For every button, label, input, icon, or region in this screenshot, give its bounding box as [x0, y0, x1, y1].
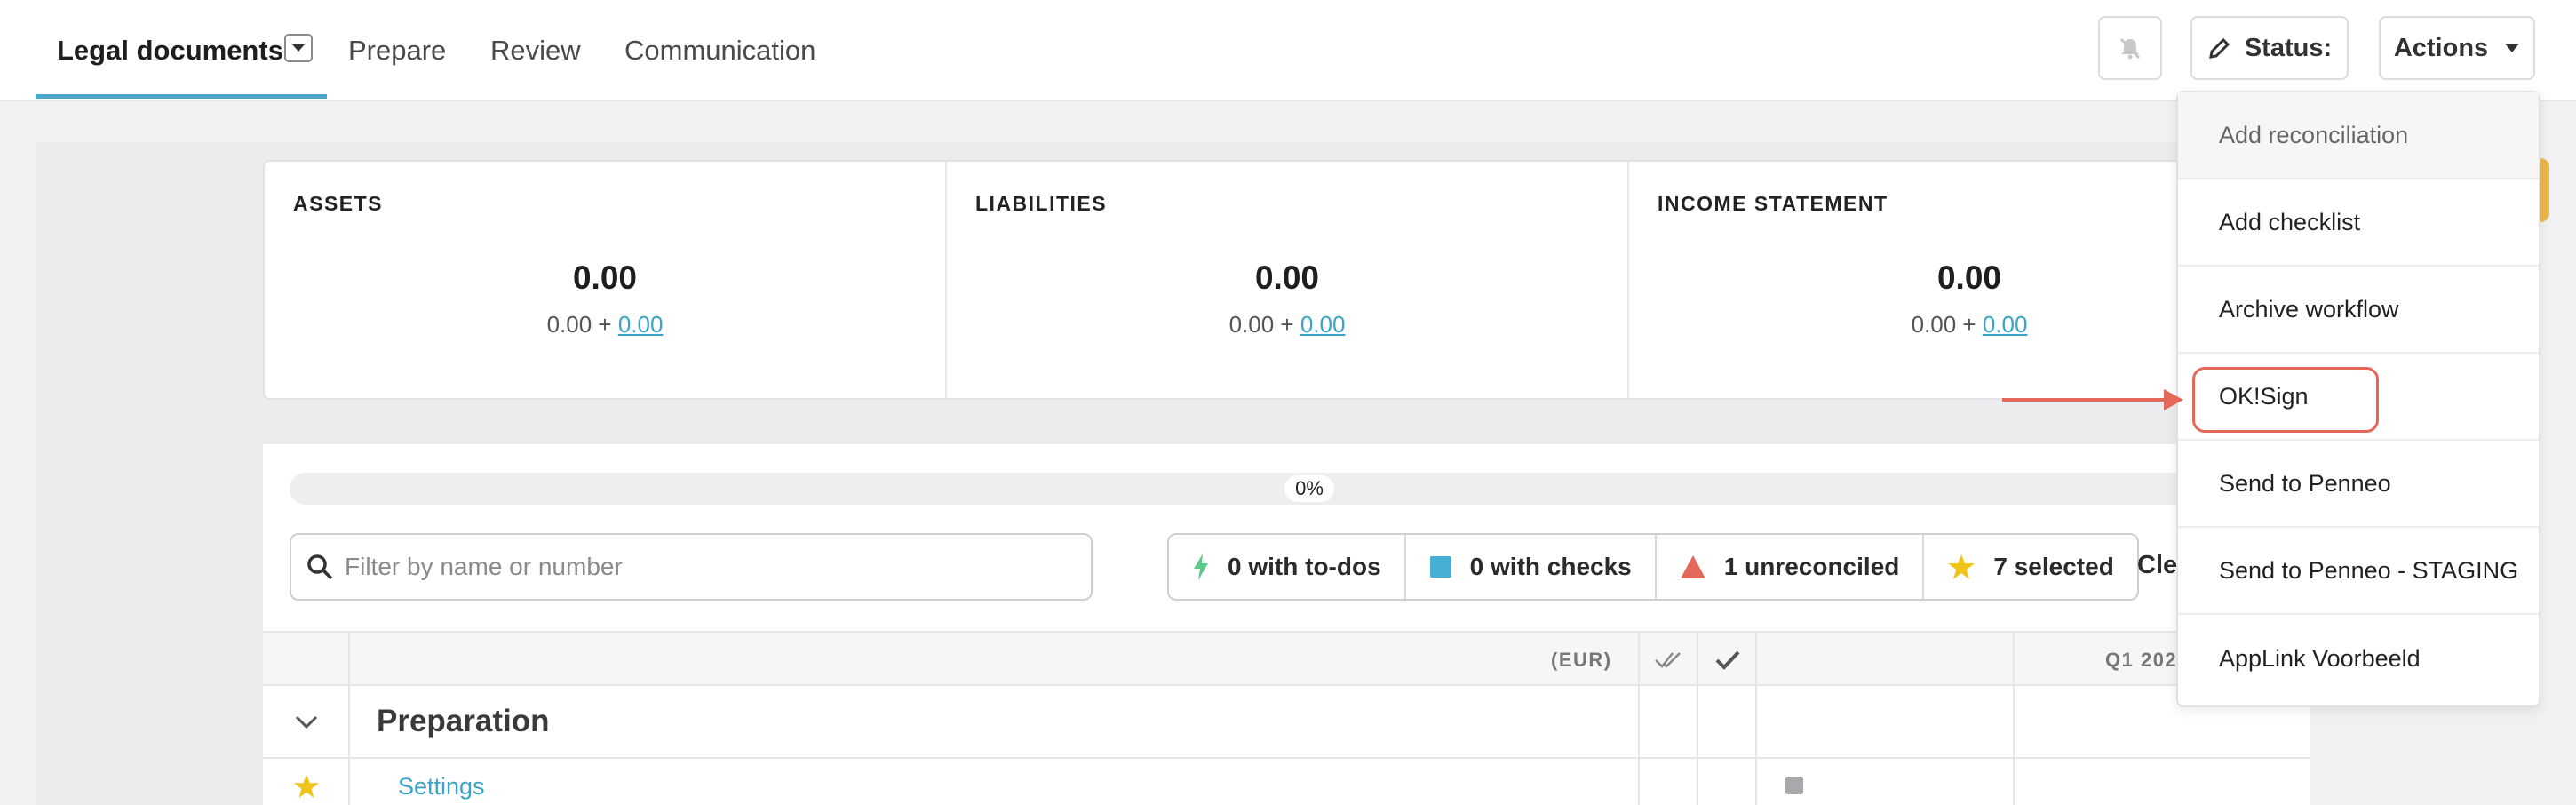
menu-item-add-reconciliation[interactable]: Add reconciliation [2178, 92, 2539, 179]
pencil-icon [2209, 37, 2230, 59]
bolt-icon [1192, 553, 1210, 581]
search-icon [307, 554, 333, 580]
assets-value: 0.00 [572, 259, 637, 296]
tab-legal-documents[interactable]: Legal documents [57, 0, 283, 101]
caret-down-icon [2505, 44, 2520, 52]
menu-item-applink-voorbeeld[interactable]: AppLink Voorbeeld [2178, 615, 2539, 702]
caret-down-icon [292, 44, 305, 52]
bell-slash-icon [2119, 37, 2141, 60]
liabilities-value: 0.00 [1254, 259, 1319, 296]
filter-group: 0 with to-dos 0 with checks 1 unreconcil… [1167, 533, 2139, 601]
assets-title: ASSETS [293, 192, 384, 215]
liabilities-breakdown: 0.00 + 0.00 [1228, 311, 1346, 338]
assets-link[interactable]: 0.00 [618, 311, 664, 338]
menu-item-add-checklist[interactable]: Add checklist [2178, 179, 2539, 267]
tab-dropdown-toggle[interactable] [284, 34, 313, 62]
income-statement-link[interactable]: 0.00 [1983, 311, 2028, 338]
star-icon[interactable] [293, 773, 320, 800]
chevron-down-icon[interactable] [295, 714, 318, 730]
settings-link[interactable]: Settings [398, 773, 485, 801]
income-statement-title: INCOME STATEMENT [1658, 192, 1888, 215]
search-input[interactable] [345, 553, 1073, 581]
filter-todos-label: 0 with to-dos [1228, 553, 1381, 580]
search-field[interactable] [290, 533, 1093, 601]
filter-checks[interactable]: 0 with checks [1406, 535, 1657, 599]
tab-communication[interactable]: Communication [624, 0, 815, 101]
filter-unreconciled-label: 1 unreconciled [1723, 553, 1900, 580]
balance-summary: ASSETS 0.00 0.00 + 0.00 LIABILITIES 0.00… [263, 160, 2310, 400]
status-button-label: Status: [2244, 33, 2333, 62]
clear-filters-button[interactable]: Cle [2137, 551, 2177, 580]
filter-todos[interactable]: 0 with to-dos [1169, 535, 1406, 599]
check-icon [1715, 650, 1740, 670]
liabilities-title: LIABILITIES [975, 192, 1108, 215]
actions-button-label: Actions [2393, 33, 2489, 62]
currency-header: (EUR) [1551, 649, 1612, 671]
progress-label: 0% [1284, 475, 1334, 502]
table-header: (EUR) Q1 202 [263, 631, 2310, 686]
annotation-highlight [2192, 367, 2379, 433]
triangle-icon [1680, 554, 1706, 579]
assets-column: ASSETS 0.00 0.00 + 0.00 [265, 162, 945, 398]
table-row: Preparation [263, 686, 2310, 759]
menu-item-send-to-penneo-staging[interactable]: Send to Penneo - STAGING [2178, 528, 2539, 615]
active-tab-indicator [36, 94, 327, 99]
annotation-arrow-head [2164, 389, 2183, 410]
filter-checks-label: 0 with checks [1469, 553, 1632, 580]
liabilities-link[interactable]: 0.00 [1300, 311, 1346, 338]
group-title: Preparation [377, 704, 550, 738]
notifications-off-button[interactable] [2098, 16, 2162, 80]
tab-prepare[interactable]: Prepare [348, 0, 446, 101]
square-icon [1429, 555, 1452, 578]
star-icon [1947, 553, 1976, 581]
top-navigation: Legal documents Prepare Review Communica… [0, 0, 2576, 101]
table-row: Settings [263, 759, 2310, 805]
filter-selected[interactable]: 7 selected [1924, 535, 2136, 599]
assets-breakdown: 0.00 + 0.00 [546, 311, 664, 338]
period-header: Q1 202 [2105, 649, 2178, 671]
tab-review[interactable]: Review [490, 0, 581, 101]
filter-unreconciled[interactable]: 1 unreconciled [1657, 535, 1925, 599]
double-check-icon [1655, 652, 1681, 668]
filter-selected-label: 7 selected [1993, 553, 2114, 580]
actions-button[interactable]: Actions [2379, 16, 2535, 80]
status-button[interactable]: Status: [2190, 16, 2349, 80]
status-square-icon [1785, 777, 1803, 794]
menu-item-archive-workflow[interactable]: Archive workflow [2178, 267, 2539, 354]
annotation-arrow [2002, 398, 2167, 402]
menu-item-send-to-penneo[interactable]: Send to Penneo [2178, 441, 2539, 528]
liabilities-column: LIABILITIES 0.00 0.00 + 0.00 [947, 162, 1627, 398]
accounts-panel: 0% 0 with to-dos 0 with checks 1 unrecon… [263, 444, 2315, 805]
progress-bar: 0% [290, 473, 2315, 505]
